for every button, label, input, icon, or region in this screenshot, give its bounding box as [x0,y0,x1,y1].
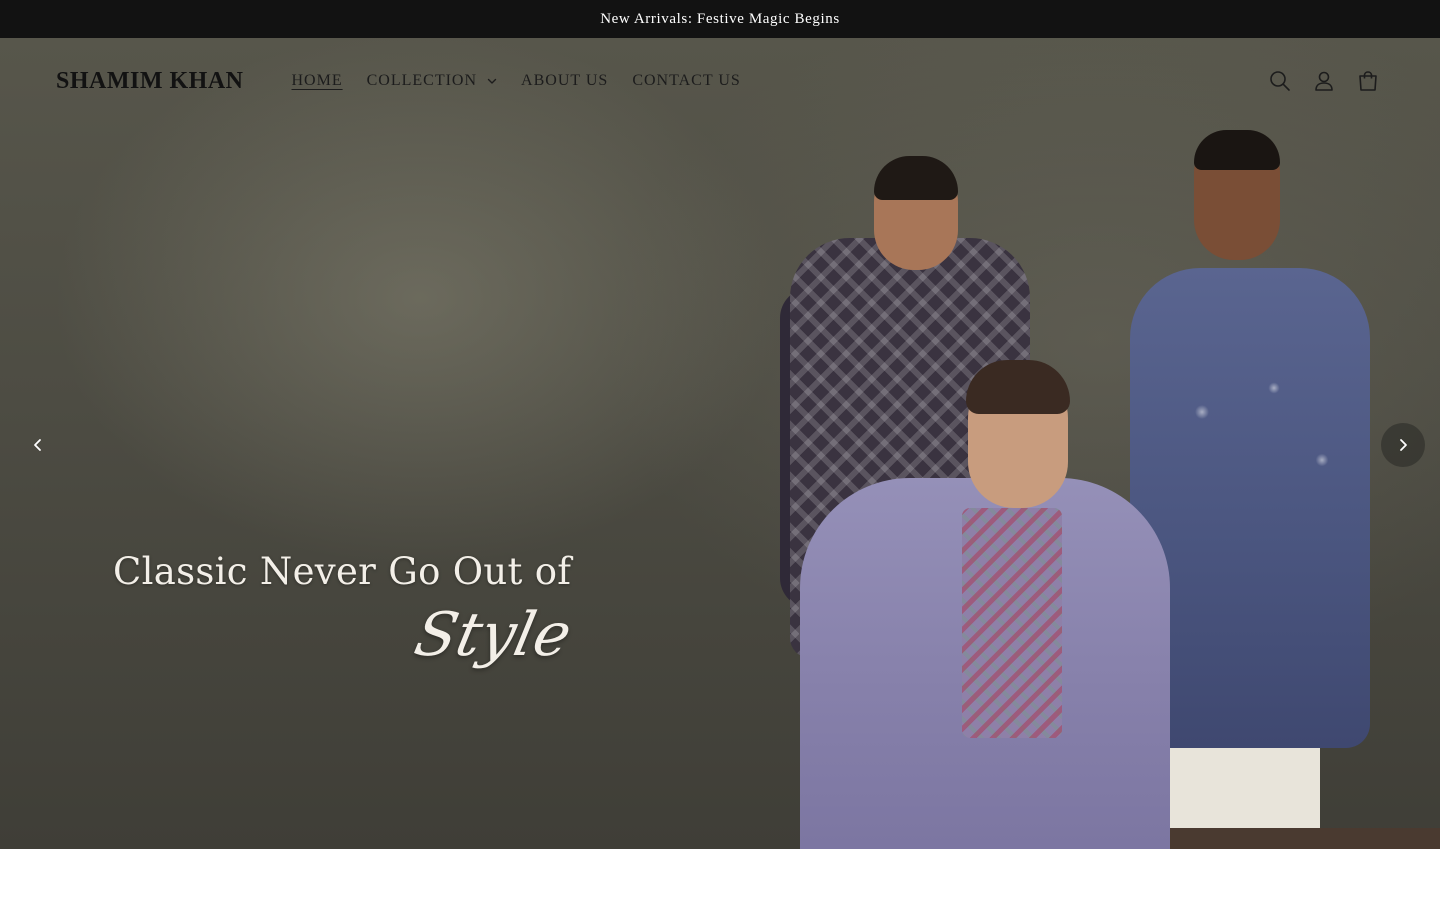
account-icon [1315,71,1333,91]
chevron-down-icon [487,78,497,85]
nav-item-collection[interactable]: COLLECTION [355,72,509,90]
search-icon [1270,71,1290,91]
nav-item-about-us[interactable]: ABOUT US [509,72,620,90]
nav-item-home[interactable]: HOME [280,72,355,90]
hero-slideshow [0,38,1440,849]
cart-button[interactable] [1354,67,1382,95]
site-header: SHAMIM KHAN HOME COLLECTION ABOUT US CON… [0,38,1440,124]
main-nav: HOME COLLECTION ABOUT US CONTACT US [280,72,753,90]
hero-image-figure [874,156,958,200]
announcement-text: New Arrivals: Festive Magic Begins [600,10,840,27]
page-content-area [0,849,1440,900]
hero-heading: Classic Never Go Out of [113,550,572,593]
hero-image-figure [962,508,1062,738]
slide-prev-button[interactable] [16,423,60,467]
cart-icon [1359,71,1377,91]
site-logo[interactable]: SHAMIM KHAN [56,68,244,95]
search-button[interactable] [1266,67,1294,95]
hero-image-figure [966,360,1070,414]
nav-item-label: CONTACT US [632,72,741,89]
nav-item-label: HOME [291,72,343,89]
header-icons [1266,67,1382,95]
announcement-bar: New Arrivals: Festive Magic Begins [0,0,1440,38]
hero-image-figure [1194,130,1280,170]
nav-item-label: COLLECTION [366,72,478,89]
slide-next-button[interactable] [1381,423,1425,467]
hero-script-text: Style [408,600,578,670]
nav-item-label: ABOUT US [521,72,609,89]
nav-item-contact-us[interactable]: CONTACT US [620,72,752,90]
account-button[interactable] [1310,67,1338,95]
chevron-right-icon [1400,439,1407,451]
chevron-left-icon [34,439,41,451]
